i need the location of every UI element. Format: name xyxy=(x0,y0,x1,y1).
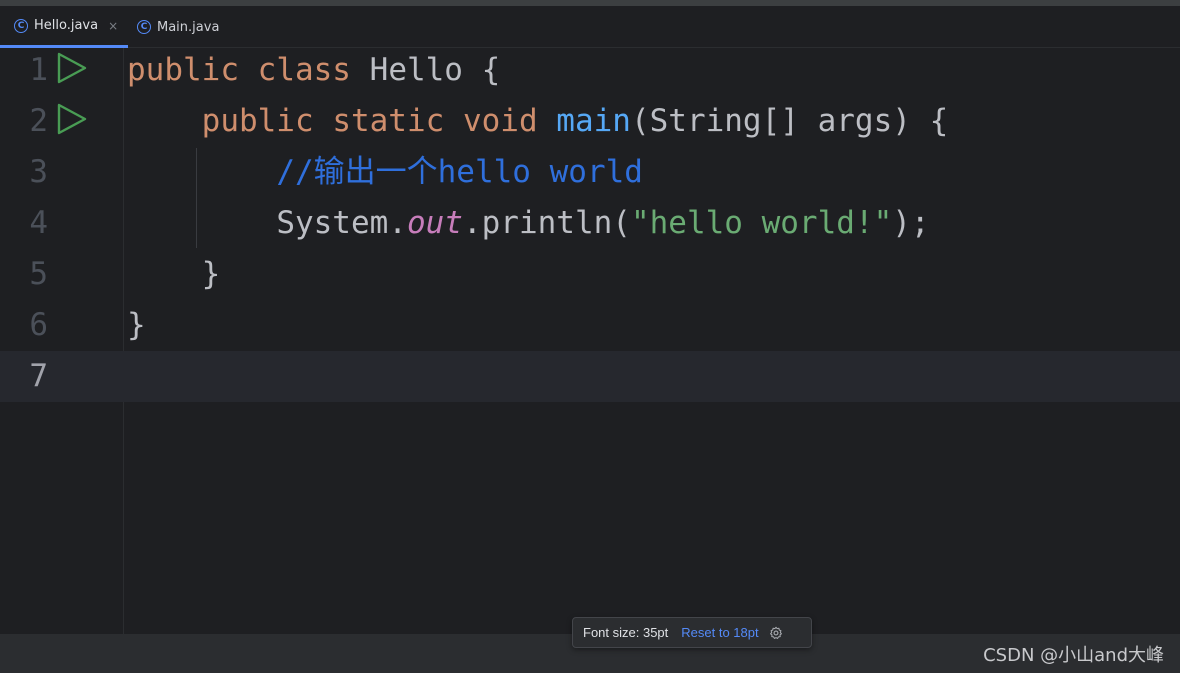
tab-main-java[interactable]: C Main.java xyxy=(137,6,219,48)
line-number: 2 xyxy=(29,103,48,139)
class-icon: C xyxy=(137,20,151,34)
code-line-5[interactable]: 5 } xyxy=(0,249,1180,300)
keyword: class xyxy=(257,52,351,88)
reset-font-size-link[interactable]: Reset to 18pt xyxy=(681,625,758,640)
csdn-watermark: CSDN @小山and大峰 xyxy=(983,645,1164,666)
close-icon[interactable]: × xyxy=(108,19,118,33)
tab-hello-java[interactable]: C Hello.java × xyxy=(0,6,129,48)
code-line-2[interactable]: 2 public static void main(String[] args)… xyxy=(0,96,1180,147)
class-icon: C xyxy=(14,18,28,33)
font-size-label: Font size: 35pt xyxy=(583,625,669,640)
static-field: out xyxy=(406,205,463,241)
editor-tab-bar: C Hello.java × C Main.java xyxy=(0,6,1180,48)
tab-label: Main.java xyxy=(157,19,220,35)
keyword: public xyxy=(201,103,314,139)
line-number: 5 xyxy=(29,256,48,292)
code-line-7-current[interactable]: 7 xyxy=(0,351,1180,402)
code-text: ); xyxy=(892,205,930,241)
keyword: public xyxy=(127,52,239,88)
keyword: void xyxy=(462,103,538,139)
code-line-1[interactable]: 1 public class Hello { xyxy=(0,45,1180,96)
code-text: System. xyxy=(276,205,407,241)
run-icon[interactable] xyxy=(56,52,88,84)
code-line-6[interactable]: 6 } xyxy=(0,300,1180,351)
line-number: 7 xyxy=(29,358,48,394)
code-text: } xyxy=(201,256,221,292)
code-line-3[interactable]: 3 //输出一个hello world xyxy=(0,147,1180,198)
tab-label: Hello.java xyxy=(34,18,99,33)
method-name: main xyxy=(556,103,631,139)
comment: //输出一个hello world xyxy=(276,154,643,190)
code-text: .println( xyxy=(462,205,631,241)
line-number: 1 xyxy=(29,52,48,88)
font-size-popup: Font size: 35pt Reset to 18pt xyxy=(572,617,812,648)
code-text: Hello { xyxy=(369,52,501,88)
line-number: 4 xyxy=(29,205,48,241)
line-number: 3 xyxy=(29,154,48,190)
gear-icon[interactable] xyxy=(769,626,783,640)
line-number: 6 xyxy=(29,307,48,343)
run-icon[interactable] xyxy=(56,103,88,135)
code-line-4[interactable]: 4 System.out.println("hello world!"); xyxy=(0,198,1180,249)
code-text: } xyxy=(127,307,146,343)
keyword: static xyxy=(332,103,445,139)
string-literal: "hello world!" xyxy=(630,205,893,241)
code-text: (String[] args) { xyxy=(630,103,949,139)
